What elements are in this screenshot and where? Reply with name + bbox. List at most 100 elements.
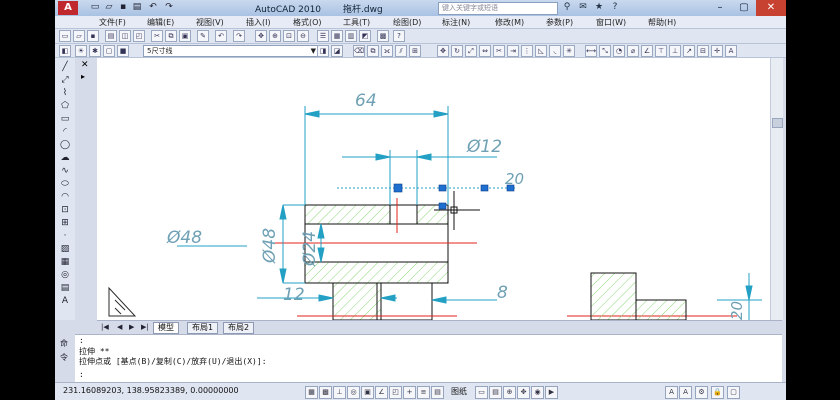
tool-palettes-icon[interactable]: ▥ [345,30,357,42]
rectangle-icon[interactable]: ▭ [59,114,71,124]
snap-toggle-icon[interactable]: ▦ [305,386,318,399]
undo-icon[interactable]: ↶ [147,2,159,13]
layer-manager-icon[interactable]: ◧ [59,45,71,57]
linear-dim-icon[interactable]: ⟷ [585,45,597,57]
redo-tb-icon[interactable]: ↷ [233,30,245,42]
menu-modify[interactable]: 修改(M) [495,17,524,28]
ellipse-icon[interactable]: ⬭ [59,179,71,189]
angular-dim-icon[interactable]: ∠ [641,45,653,57]
break-icon[interactable]: ⋮ [521,45,533,57]
polar-toggle-icon[interactable]: ◎ [347,386,360,399]
menu-draw[interactable]: 绘图(D) [393,17,421,28]
redo-icon[interactable]: ↷ [163,2,175,13]
menu-insert[interactable]: 插入(I) [246,17,271,28]
search-icon[interactable]: ⚲ [561,2,573,13]
menu-format[interactable]: 格式(O) [293,17,322,28]
maximize-button[interactable]: ▢ [732,0,756,16]
polyline-icon[interactable]: ⌇ [59,88,71,98]
preview-icon[interactable]: ◫ [119,30,131,42]
menu-dimension[interactable]: 标注(N) [442,17,470,28]
qp-toggle-icon[interactable]: ▤ [431,386,444,399]
plot-icon[interactable]: ▤ [105,30,117,42]
annotation-visibility-icon[interactable]: A [679,386,692,399]
command-window[interactable]: : 拉伸 ** 拉伸点或 [基点(B)/复制(C)/放弃(U)/退出(X)]: … [75,334,782,383]
layer-freeze-icon[interactable]: ✱ [89,45,101,57]
layer-dropdown[interactable]: 5尺寸线 ▼ [143,45,318,57]
pin-panel-icon[interactable]: ▸ [81,72,85,81]
lock-toolbar-icon[interactable]: 🔒 [711,386,724,399]
rotate-icon[interactable]: ↻ [451,45,463,57]
grip-point[interactable] [506,184,515,192]
help-icon[interactable]: ? [609,2,621,13]
line-icon[interactable]: ╱ [59,62,71,72]
sheet-set-icon[interactable]: ◩ [359,30,371,42]
grip-point[interactable] [480,184,489,192]
array-icon[interactable]: ⊞ [409,45,421,57]
steering-wheel-icon[interactable]: ◉ [531,386,544,399]
dim-edit-icon[interactable]: A [725,45,737,57]
explode-icon[interactable]: ✳ [563,45,575,57]
extend-icon[interactable]: ⇥ [507,45,519,57]
layout-list-icon[interactable]: ▤ [489,386,502,399]
save-tb-icon[interactable]: ▪ [87,30,99,42]
match-properties-icon[interactable]: ✎ [197,30,209,42]
menu-parameters[interactable]: 参数(P) [546,17,573,28]
lineweight-toggle-icon[interactable]: ≡ [417,386,430,399]
hatch-icon[interactable]: ▨ [59,244,71,254]
menu-edit[interactable]: 编辑(E) [147,17,174,28]
search-input[interactable]: 键入关键字或短语 [438,2,558,15]
construction-line-icon[interactable]: ⤢ [59,75,71,85]
center-mark-icon[interactable]: ✛ [711,45,723,57]
zoom-window-icon[interactable]: ⊡ [283,30,295,42]
chamfer-icon[interactable]: ◺ [535,45,547,57]
layer-lock-icon[interactable]: ▢ [103,45,115,57]
erase-icon[interactable]: ⌫ [353,45,365,57]
point-icon[interactable]: · [59,231,71,241]
undo-tb-icon[interactable]: ↶ [215,30,227,42]
cut-icon[interactable]: ✂ [151,30,163,42]
aligned-dim-icon[interactable]: ⤡ [599,45,611,57]
clean-screen-icon[interactable]: ▢ [727,386,740,399]
ellipse-arc-icon[interactable]: ◠ [59,192,71,202]
layout-icon[interactable]: ▭ [475,386,488,399]
mtext-icon[interactable]: A [59,296,71,306]
dyn-toggle-icon[interactable]: + [403,386,416,399]
continue-dim-icon[interactable]: ⊥ [669,45,681,57]
polygon-icon[interactable]: ⬠ [59,101,71,111]
annotation-scale-icon[interactable]: A [665,386,678,399]
tab-next-icon[interactable]: ▶ [129,323,134,331]
copy-icon[interactable]: ⧉ [165,30,177,42]
help-tb-icon[interactable]: ? [393,30,405,42]
menu-window[interactable]: 窗口(W) [596,17,626,28]
tolerance-icon[interactable]: ⊟ [697,45,709,57]
paper-space-toggle[interactable]: 图纸 [451,386,467,397]
publish-icon[interactable]: ◰ [133,30,145,42]
paste-icon[interactable]: ▣ [179,30,191,42]
menu-help[interactable]: 帮助(H) [648,17,676,28]
table-icon[interactable]: ▤ [59,283,71,293]
drawing-canvas[interactable]: 64 Ø12 20 Ø48 Ø48 Ø24 12 8 20 [97,58,770,321]
osnap-toggle-icon[interactable]: ▣ [361,386,374,399]
menu-tools[interactable]: 工具(T) [343,17,370,28]
make-block-icon[interactable]: ⊞ [59,218,71,228]
save-icon[interactable]: ▪ [117,2,129,13]
chevron-down-icon[interactable]: ▼ [311,46,316,56]
tab-layout1[interactable]: 布局1 [187,322,219,334]
tab-layout2[interactable]: 布局2 [223,322,255,334]
menu-view[interactable]: 视图(V) [196,17,224,28]
region-icon[interactable]: ◎ [59,270,71,280]
tab-model[interactable]: 模型 [153,322,179,334]
scale-icon[interactable]: ⤢ [465,45,477,57]
autocad-logo-icon[interactable]: A [58,1,78,15]
spline-icon[interactable]: ∿ [59,166,71,176]
workspace-icon[interactable]: ⚙ [695,386,708,399]
copy-object-icon[interactable]: ⧉ [367,45,379,57]
radius-dim-icon[interactable]: ◔ [613,45,625,57]
vertical-scrollbar[interactable] [770,58,783,320]
close-button[interactable]: ✕ [756,0,786,16]
fillet-icon[interactable]: ◟ [549,45,561,57]
zoom-previous-icon[interactable]: ⊖ [297,30,309,42]
new-file-icon[interactable]: ▭ [89,2,101,13]
open-file-icon[interactable]: ▱ [103,2,115,13]
zoom-realtime-icon[interactable]: ⊕ [269,30,281,42]
